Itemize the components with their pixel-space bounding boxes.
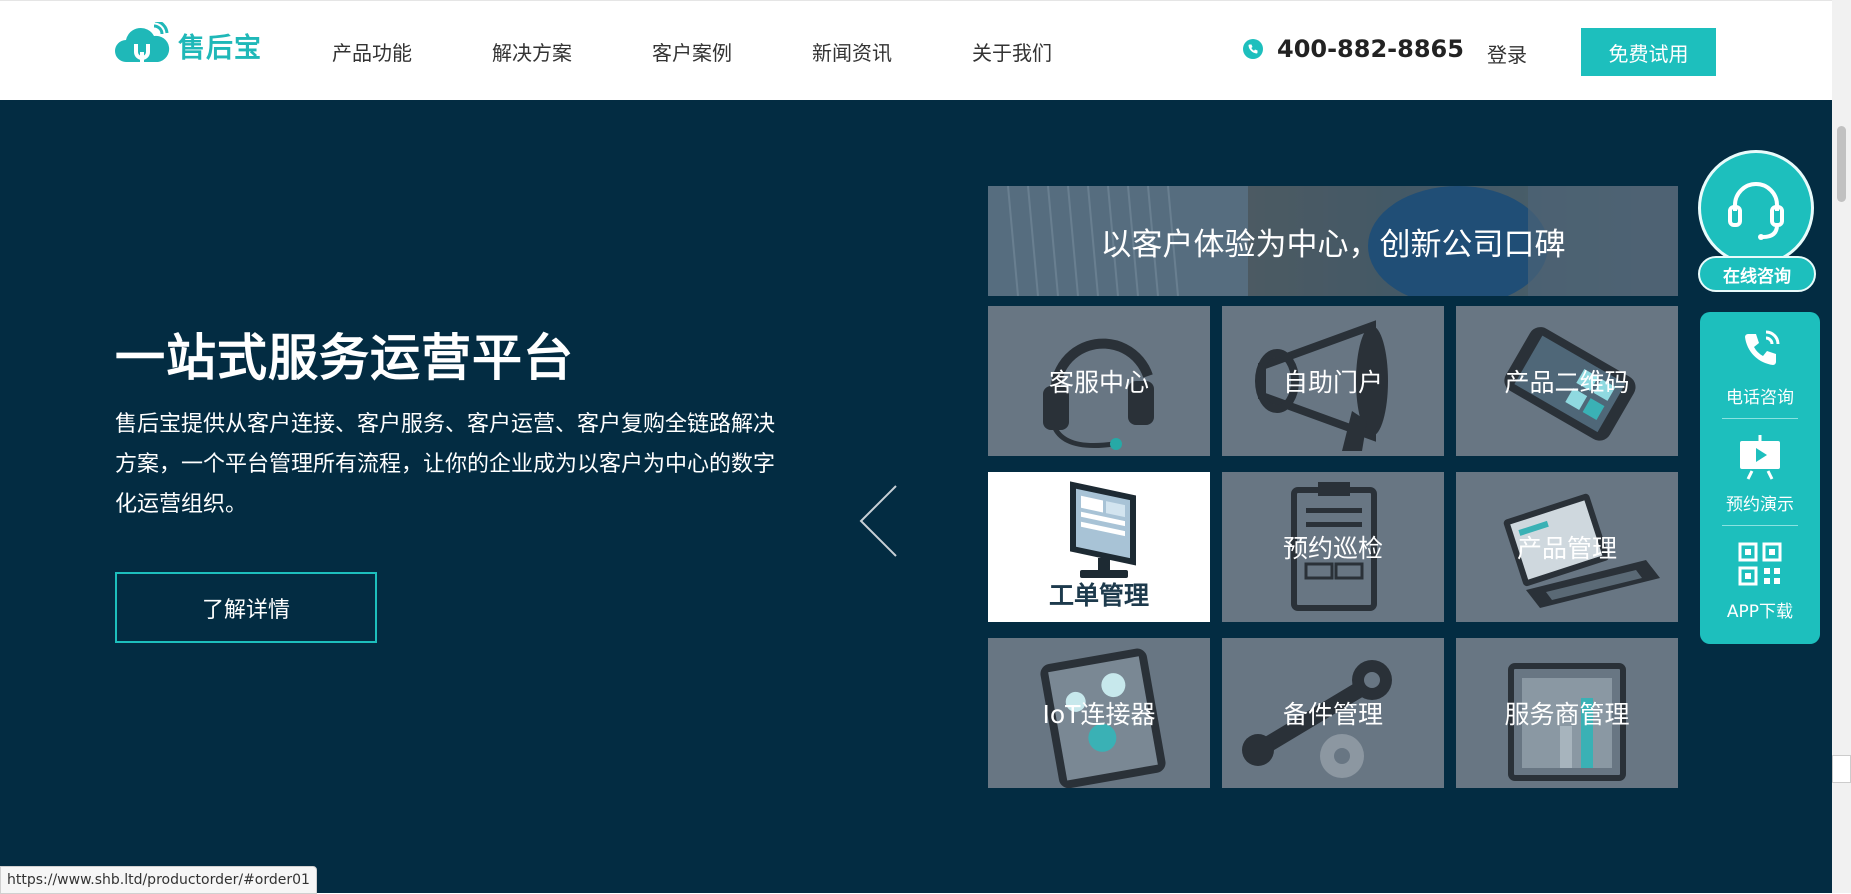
consult-circle[interactable] [1698, 150, 1814, 266]
app-download-button[interactable]: APP下载 [1700, 526, 1820, 632]
free-trial-button[interactable]: 免费试用 [1581, 28, 1716, 76]
online-consult-widget[interactable]: 在线咨询 [1696, 150, 1820, 298]
tile-self-service-portal[interactable]: 自助门户 [1222, 306, 1444, 456]
phone-icon [1243, 39, 1263, 59]
learn-more-button[interactable]: 了解详情 [115, 572, 377, 643]
tile-label: 服务商管理 [1504, 700, 1630, 729]
book-demo-label: 预约演示 [1726, 495, 1794, 515]
nav-customer-cases[interactable]: 客户案例 [652, 37, 732, 66]
tile-product-management[interactable]: 产品管理 [1456, 472, 1678, 622]
nav-product-features[interactable]: 产品功能 [332, 37, 412, 66]
hero-section: 一站式服务运营平台 售后宝提供从客户连接、客户服务、客户运营、客户复购全链路解决… [0, 100, 1832, 893]
tile-product-qr-code[interactable]: 产品二维码 [1456, 306, 1678, 456]
side-edge-tab[interactable] [1832, 755, 1851, 783]
prev-arrow-icon[interactable] [858, 484, 898, 558]
scrollbar-thumb[interactable] [1837, 126, 1846, 202]
cloud-wrench-logo-icon [115, 22, 170, 63]
site-header: 售后宝 产品功能 解决方案 客户案例 新闻资讯 关于我们 400-882-886… [0, 0, 1832, 100]
tile-label: 预约巡检 [1282, 534, 1383, 563]
qr-code-icon [1738, 542, 1782, 586]
app-download-label: APP下载 [1726, 602, 1794, 622]
tile-service-provider-management[interactable]: 服务商管理 [1456, 638, 1678, 788]
consult-label[interactable]: 在线咨询 [1698, 256, 1816, 292]
hotline: 400-882-8865 [1243, 35, 1464, 63]
tile-iot-connector[interactable]: IoT连接器 [988, 638, 1210, 788]
phone-consult-label: 电话咨询 [1726, 388, 1794, 408]
tile-label: IoT连接器 [1042, 700, 1156, 729]
tile-label: 自助门户 [1282, 368, 1383, 397]
tile-label: 工单管理 [1048, 581, 1149, 610]
logo-text: 售后宝 [178, 32, 262, 64]
phone-call-icon [1745, 330, 1780, 365]
nav-news[interactable]: 新闻资讯 [812, 37, 892, 66]
tile-customer-service[interactable]: 客服中心 [988, 306, 1210, 456]
phone-consult-button[interactable]: 电话咨询 [1700, 312, 1820, 418]
hero-title: 一站式服务运营平台 [115, 329, 574, 387]
banner-slogan: 以客户体验为中心，创新公司口碑 [1100, 226, 1566, 263]
book-demo-button[interactable]: 预约演示 [1700, 419, 1820, 525]
headset-support-icon [1728, 182, 1784, 240]
phone-number: 400-882-8865 [1277, 35, 1464, 63]
logo[interactable]: 售后宝 [114, 19, 262, 71]
tile-work-order-management[interactable]: 工单管理 [988, 472, 1210, 622]
video-screen-icon [1740, 435, 1780, 480]
nav-about-us[interactable]: 关于我们 [972, 37, 1052, 66]
tile-label: 备件管理 [1282, 700, 1383, 729]
status-bar-url: https://www.shb.ltd/productorder/#order0… [0, 866, 317, 894]
tile-spare-parts-management[interactable]: 备件管理 [1222, 638, 1444, 788]
tile-label: 产品二维码 [1504, 368, 1630, 397]
floating-contact-panel: 电话咨询 预约演示 APP下载 [1700, 312, 1820, 644]
nav-solutions[interactable]: 解决方案 [492, 37, 572, 66]
banner-image: 以客户体验为中心，创新公司口碑 [988, 186, 1678, 296]
login-link[interactable]: 登录 [1487, 39, 1527, 68]
tile-label: 客服中心 [1048, 368, 1149, 397]
main-nav: 产品功能 解决方案 客户案例 新闻资讯 关于我们 [332, 1, 1132, 101]
hero-description: 售后宝提供从客户连接、客户服务、客户运营、客户复购全链路解决方案，一个平台管理所… [115, 412, 776, 517]
tile-appointment-inspection[interactable]: 预约巡检 [1222, 472, 1444, 622]
tile-label: 产品管理 [1516, 534, 1617, 563]
